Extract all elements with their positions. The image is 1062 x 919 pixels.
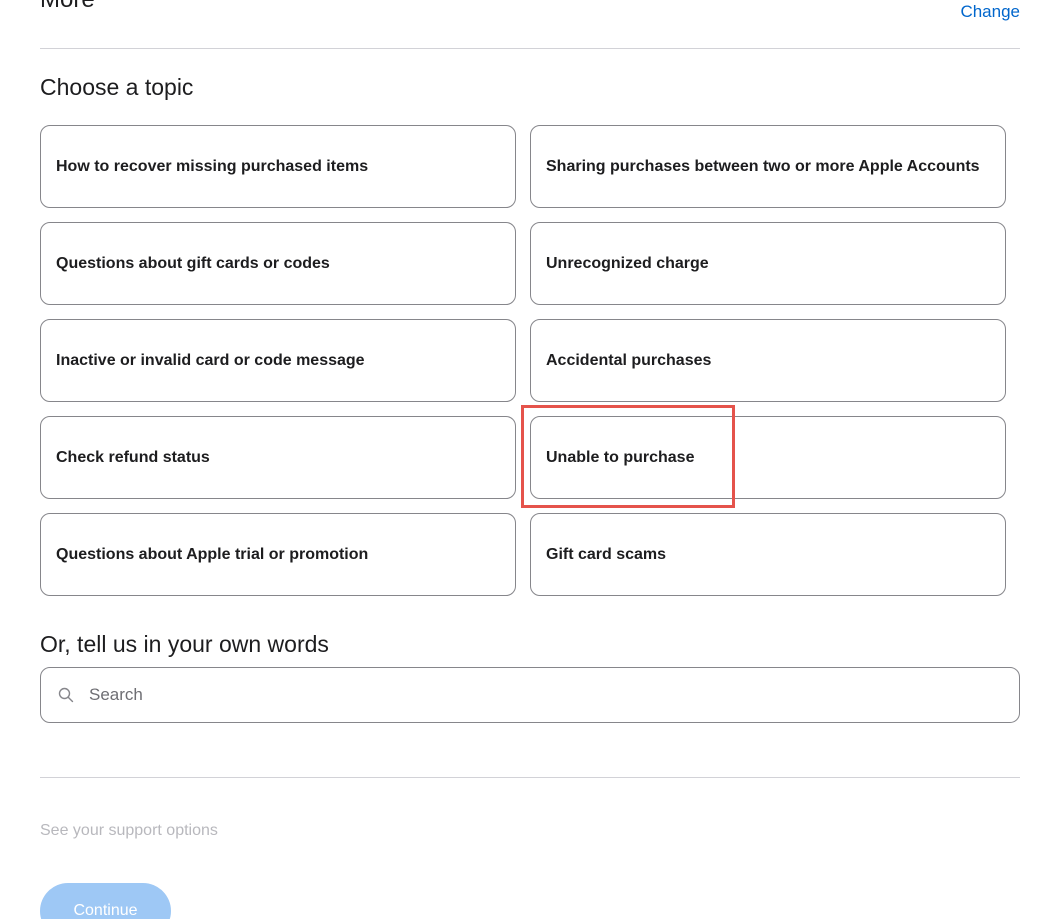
topic-invalid-card-message[interactable]: Inactive or invalid card or code message: [40, 319, 516, 402]
search-input[interactable]: [89, 685, 989, 705]
change-link[interactable]: Change: [960, 2, 1020, 22]
support-options-text: See your support options: [40, 822, 218, 839]
topic-gift-card-scams[interactable]: Gift card scams: [530, 513, 1006, 596]
topic-recover-missing-items[interactable]: How to recover missing purchased items: [40, 125, 516, 208]
topic-check-refund-status[interactable]: Check refund status: [40, 416, 516, 499]
page: More Change Choose a topic How to recove…: [0, 0, 1062, 919]
topic-grid: How to recover missing purchased items S…: [40, 125, 1006, 596]
topic-gift-cards-codes[interactable]: Questions about gift cards or codes: [40, 222, 516, 305]
topic-unrecognized-charge[interactable]: Unrecognized charge: [530, 222, 1006, 305]
divider-bottom: [40, 777, 1020, 778]
continue-button[interactable]: Continue: [40, 883, 171, 919]
own-words-heading: Or, tell us in your own words: [40, 631, 329, 657]
topic-sharing-purchases[interactable]: Sharing purchases between two or more Ap…: [530, 125, 1006, 208]
section-title-more: More: [40, 0, 95, 14]
search-box[interactable]: [40, 667, 1020, 723]
topic-apple-trial-promotion[interactable]: Questions about Apple trial or promotion: [40, 513, 516, 596]
topic-accidental-purchases[interactable]: Accidental purchases: [530, 319, 1006, 402]
search-icon: [57, 686, 75, 704]
topic-unable-to-purchase[interactable]: Unable to purchase: [530, 416, 1006, 499]
choose-topic-heading: Choose a topic: [40, 74, 194, 100]
divider-top: [40, 48, 1020, 49]
